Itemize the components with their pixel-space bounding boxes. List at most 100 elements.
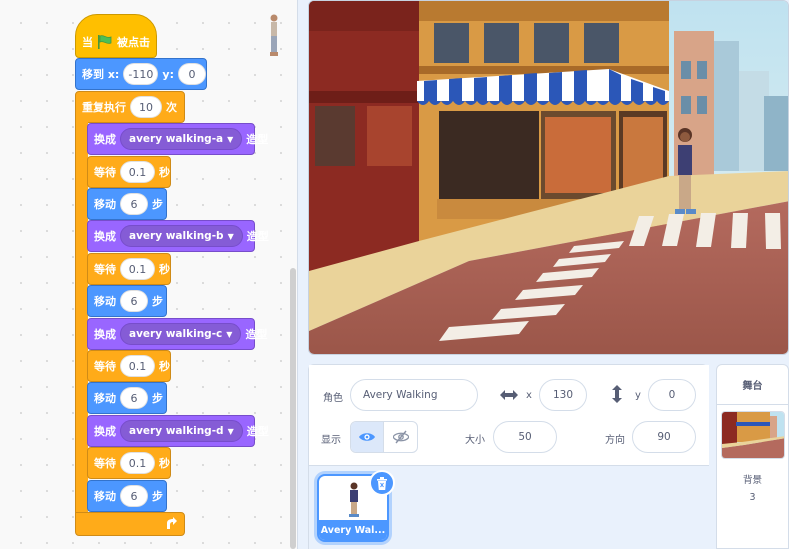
move-label: 移动: [94, 392, 116, 405]
move-label: 移动: [94, 295, 116, 308]
repeat-suffix: 次: [166, 101, 177, 114]
move-unit: 步: [152, 392, 163, 405]
move-input[interactable]: 6: [120, 485, 148, 507]
goto-label: 移到 x:: [82, 68, 120, 81]
costume-name: avery walking-d: [129, 425, 224, 437]
go-to-xy-block[interactable]: 移到 x: -110 y: 0: [75, 58, 207, 90]
move-unit: 步: [152, 198, 163, 211]
costume-dropdown-b[interactable]: avery walking-b ▼: [120, 225, 243, 247]
show-button[interactable]: [351, 422, 385, 452]
when-label: 当: [82, 36, 93, 49]
move-steps-block-4[interactable]: 移动 6 步: [87, 480, 167, 512]
costume-name: avery walking-c: [129, 328, 223, 340]
show-label: 显示: [321, 435, 341, 446]
hide-button[interactable]: [384, 422, 417, 452]
trash-icon: [377, 476, 387, 490]
costume-suffix: 造型: [245, 328, 268, 341]
stage-target-panel[interactable]: 舞台 背景 3: [716, 364, 789, 549]
size-input[interactable]: 50: [493, 421, 557, 453]
sprite-preview-icon: [270, 14, 278, 56]
wait-block-4[interactable]: 等待 0.1 秒: [87, 447, 171, 479]
move-steps-block-3[interactable]: 移动 6 步: [87, 382, 167, 414]
repeat-block[interactable]: 重复执行 10 次: [75, 91, 185, 123]
switch-label: 换成: [94, 133, 116, 146]
goto-y-input[interactable]: 0: [178, 63, 206, 85]
sprite-tile-name: Avery Wal...: [319, 520, 387, 540]
code-area[interactable]: 当 被点击 移到 x: -110 y: 0 重复执行 10 次 换成 avery…: [0, 0, 298, 549]
loop-arrow-icon: [167, 517, 177, 529]
wait-input[interactable]: 0.1: [120, 355, 155, 377]
dropdown-arrow-icon: ▼: [226, 329, 233, 339]
wait-label: 等待: [94, 166, 116, 179]
move-steps-block-1[interactable]: 移动 6 步: [87, 188, 167, 220]
repeat-times-input[interactable]: 10: [130, 96, 162, 118]
dropdown-arrow-icon: ▼: [227, 426, 234, 436]
sprite-label: 角色: [323, 393, 343, 404]
switch-costume-block-b[interactable]: 换成 avery walking-b ▼ 造型: [87, 220, 269, 252]
x-input[interactable]: 130: [539, 379, 587, 411]
delete-sprite-button[interactable]: [369, 470, 395, 496]
costume-name: avery walking-b: [129, 230, 224, 242]
y-label: y: [635, 390, 641, 401]
switch-costume-block-a[interactable]: 换成 avery walking-a ▼ 造型: [87, 123, 268, 155]
eye-icon: [359, 433, 375, 441]
switch-costume-block-d[interactable]: 换成 avery walking-d ▼ 造型: [87, 415, 269, 447]
switch-label: 换成: [94, 328, 116, 341]
sprite-list: Avery Wal...: [309, 465, 709, 549]
move-input[interactable]: 6: [120, 290, 148, 312]
sprite-info-panel: 角色 Avery Walking x 130 y 0 显示 大小 50 方向 9…: [308, 364, 709, 549]
code-scrollbar[interactable]: [290, 268, 296, 549]
dropdown-arrow-icon: ▼: [227, 134, 234, 144]
direction-input[interactable]: 90: [632, 421, 696, 453]
wait-input[interactable]: 0.1: [120, 161, 155, 183]
when-flag-clicked-block[interactable]: 当 被点击: [75, 14, 157, 58]
stage[interactable]: [308, 0, 789, 355]
costume-suffix: 造型: [246, 425, 269, 438]
dropdown-arrow-icon: ▼: [227, 231, 234, 241]
repeat-block-bottom: [75, 512, 185, 536]
wait-block-2[interactable]: 等待 0.1 秒: [87, 253, 171, 285]
costume-dropdown-d[interactable]: avery walking-d ▼: [120, 420, 243, 442]
wait-label: 等待: [94, 457, 116, 470]
wait-label: 等待: [94, 263, 116, 276]
wait-unit: 秒: [159, 263, 170, 276]
move-steps-block-2[interactable]: 移动 6 步: [87, 285, 167, 317]
wait-input[interactable]: 0.1: [120, 452, 155, 474]
direction-label: 方向: [605, 435, 625, 446]
move-unit: 步: [152, 490, 163, 503]
sprite-info: 角色 Avery Walking x 130 y 0 显示 大小 50 方向 9…: [309, 365, 709, 465]
size-label: 大小: [465, 435, 485, 446]
wait-unit: 秒: [159, 457, 170, 470]
move-unit: 步: [152, 295, 163, 308]
costume-suffix: 造型: [246, 230, 269, 243]
backdrop-thumbnail[interactable]: [721, 411, 785, 459]
y-input[interactable]: 0: [648, 379, 696, 411]
vertical-arrows-icon: [612, 385, 622, 403]
costume-suffix: 造型: [246, 133, 269, 146]
move-input[interactable]: 6: [120, 387, 148, 409]
horizontal-arrows-icon: [500, 390, 518, 400]
move-input[interactable]: 6: [120, 193, 148, 215]
eye-hidden-icon: [392, 430, 409, 444]
sprite-name-input[interactable]: Avery Walking: [350, 379, 478, 411]
repeat-label: 重复执行: [82, 101, 126, 114]
move-label: 移动: [94, 490, 116, 503]
clicked-label: 被点击: [117, 36, 150, 49]
costume-name: avery walking-a: [129, 133, 224, 145]
x-label: x: [526, 390, 532, 401]
stage-backdrop-image: [309, 1, 788, 354]
goto-x-input[interactable]: -110: [123, 63, 159, 85]
costume-dropdown-a[interactable]: avery walking-a ▼: [120, 128, 243, 150]
wait-block-1[interactable]: 等待 0.1 秒: [87, 156, 171, 188]
visibility-toggle: [350, 421, 418, 453]
costume-dropdown-c[interactable]: avery walking-c ▼: [120, 323, 242, 345]
wait-input[interactable]: 0.1: [120, 258, 155, 280]
wait-block-3[interactable]: 等待 0.1 秒: [87, 350, 171, 382]
switch-costume-block-c[interactable]: 换成 avery walking-c ▼ 造型: [87, 318, 267, 350]
move-label: 移动: [94, 198, 116, 211]
switch-label: 换成: [94, 230, 116, 243]
backdrops-label: 背景: [742, 475, 762, 486]
wait-unit: 秒: [159, 166, 170, 179]
green-flag-icon: [98, 35, 112, 49]
stage-panel-header: 舞台: [717, 365, 788, 405]
